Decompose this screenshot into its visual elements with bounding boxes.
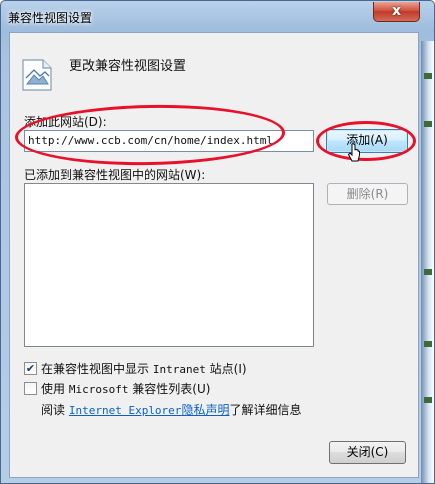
website-url-input[interactable]: http://www.ccb.com/cn/home/index.html bbox=[24, 130, 314, 152]
dialog-heading: 更改兼容性视图设置 bbox=[69, 59, 187, 74]
background-mark bbox=[424, 341, 432, 347]
microsoft-list-option-label[interactable]: 使用 Microsoft 兼容性列表(U) bbox=[41, 380, 210, 397]
background-mark bbox=[424, 121, 432, 127]
remove-button: 删除(R) bbox=[327, 183, 408, 205]
intranet-checkbox[interactable]: ✔ bbox=[24, 362, 37, 375]
background-mark bbox=[424, 269, 432, 275]
added-sites-list[interactable] bbox=[24, 183, 314, 347]
background-mark bbox=[424, 73, 432, 79]
mouse-cursor-icon bbox=[347, 143, 360, 162]
intranet-label-mono: Intranet bbox=[152, 363, 206, 376]
dialog-window: 兼容性视图设置 x 更改兼容性视图设置 添加此网站(D): http://www… bbox=[0, 0, 435, 484]
privacy-link[interactable]: 隐私声明 bbox=[181, 403, 229, 417]
background-mark bbox=[424, 397, 432, 403]
close-button[interactable]: 关闭(C) bbox=[329, 441, 406, 464]
privacy-link-ie[interactable]: Internet Explorer bbox=[69, 404, 182, 417]
added-sites-label: 已添加到兼容性视图中的网站(W): bbox=[24, 168, 206, 182]
title-bar[interactable]: 兼容性视图设置 x bbox=[1, 1, 434, 31]
microsoft-label-suffix: 兼容性列表(U) bbox=[132, 382, 211, 396]
intranet-label-prefix: 在兼容性视图中显示 bbox=[41, 362, 150, 376]
window-title: 兼容性视图设置 bbox=[8, 11, 93, 25]
privacy-suffix: 了解详细信息 bbox=[229, 403, 302, 417]
add-button[interactable]: 添加(A) bbox=[326, 129, 408, 153]
microsoft-label-prefix: 使用 bbox=[41, 382, 66, 396]
privacy-statement-line: 阅读 Internet Explorer隐私声明了解详细信息 bbox=[41, 401, 301, 418]
microsoft-list-checkbox[interactable] bbox=[24, 382, 37, 395]
window-close-button[interactable]: x bbox=[373, 2, 420, 22]
page-picture-icon bbox=[22, 59, 52, 91]
intranet-label-suffix: 站点(I) bbox=[209, 362, 247, 376]
privacy-prefix: 阅读 bbox=[41, 403, 66, 417]
microsoft-label-mono: Microsoft bbox=[68, 383, 129, 396]
intranet-option-label[interactable]: 在兼容性视图中显示 Intranet 站点(I) bbox=[41, 360, 247, 377]
background-window-edge bbox=[421, 41, 434, 483]
add-site-label: 添加此网站(D): bbox=[24, 115, 107, 129]
